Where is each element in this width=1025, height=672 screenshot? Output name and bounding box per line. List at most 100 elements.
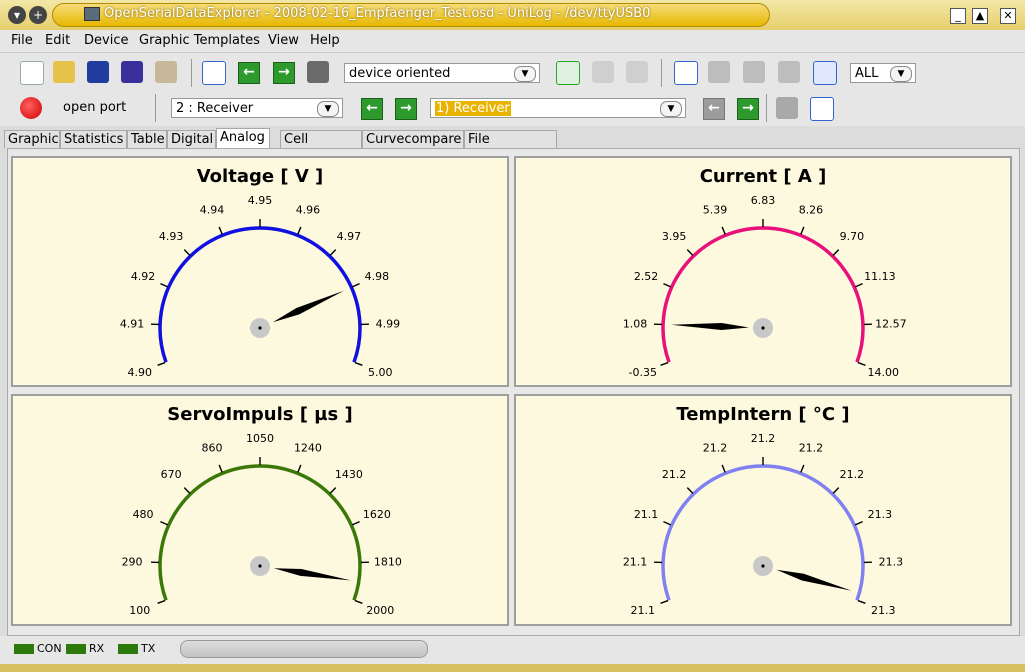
window-menu-icon[interactable]: ▾: [8, 6, 26, 24]
gauge-needle: [671, 323, 750, 331]
export-icon[interactable]: [592, 61, 614, 83]
gauge-tick: [183, 249, 191, 256]
menu-view[interactable]: View: [268, 33, 299, 48]
edit-record-icon[interactable]: [626, 61, 648, 83]
sticky-icon[interactable]: +: [29, 6, 47, 24]
save-as-icon[interactable]: [121, 61, 143, 83]
gauge-tick-label: 290: [122, 556, 143, 569]
record-select[interactable]: 1) Receiver ▼: [430, 98, 686, 118]
gauge-tick-label: 21.2: [703, 441, 728, 454]
menu-file[interactable]: File: [11, 33, 33, 48]
prev-record-button[interactable]: ←: [703, 98, 725, 120]
add-record-icon[interactable]: [556, 61, 580, 85]
gauge-current: Current [ A ] -0.35 1.08 2.52 3.95 5.39 6.83 8.…: [514, 156, 1012, 387]
gauge-tick: [832, 249, 840, 256]
port-status-icon[interactable]: [20, 97, 42, 119]
menu-bar: File Edit Device Graphic Templates View …: [0, 30, 1025, 52]
file-settings-icon[interactable]: [155, 61, 177, 83]
open-port-label[interactable]: open port: [63, 100, 126, 115]
edit-note-icon[interactable]: [810, 97, 834, 121]
gauge-drawing: ServoImpuls [ µs ] 100 290 480 670 860 1050 124…: [122, 404, 402, 617]
open-file-icon[interactable]: [53, 61, 75, 83]
cut-right-icon[interactable]: [778, 61, 800, 83]
gauge-tick-label: 1240: [294, 441, 322, 454]
tab-curvecompare[interactable]: Curvecompare: [362, 130, 464, 148]
menu-device[interactable]: Device: [84, 33, 128, 48]
menu-help[interactable]: Help: [310, 33, 340, 48]
fit-icon[interactable]: [813, 61, 837, 85]
trash-icon[interactable]: [776, 97, 798, 119]
cut-left-icon[interactable]: [743, 61, 765, 83]
window-title: OpenSerialDataExplorer - 2008-02-16_Empf…: [104, 6, 651, 21]
progress-bar: [180, 640, 428, 658]
menu-graphic-templates[interactable]: Graphic Templates: [139, 33, 260, 48]
gauge-tick: [157, 361, 166, 366]
gauge-tick-label: 1810: [374, 556, 402, 569]
gauge-tick-label: 1620: [363, 508, 391, 521]
tab-table[interactable]: Table: [127, 130, 167, 148]
prev-device-button[interactable]: ←: [238, 62, 260, 84]
device-select-icon[interactable]: [202, 61, 226, 85]
pan-icon[interactable]: [708, 61, 730, 83]
gauge-tick: [160, 283, 169, 288]
gauge-tick-label: 21.1: [634, 508, 659, 521]
channel-value: 2 : Receiver: [176, 101, 254, 116]
prev-channel-button[interactable]: ←: [361, 98, 383, 120]
save-icon[interactable]: [87, 61, 109, 83]
gauge-tick-label: 5.39: [703, 203, 728, 216]
scope-select[interactable]: ALL ▼: [850, 63, 916, 83]
gauge-tick-label: 11.13: [864, 270, 896, 283]
gauge-tick: [660, 361, 669, 366]
gauge-tick: [721, 464, 726, 473]
gauge-tick: [800, 226, 805, 235]
tab-file-comment[interactable]: File comment: [464, 130, 557, 165]
gauge-tick-label: -0.35: [628, 366, 656, 379]
device-tool-icon[interactable]: [307, 61, 329, 83]
gauge-tick-label: 21.2: [751, 432, 776, 445]
view-mode-select[interactable]: device oriented ▼: [344, 63, 540, 83]
gauge-tick: [832, 487, 840, 494]
gauge-tick: [663, 283, 672, 288]
chevron-down-icon: ▼: [890, 66, 912, 82]
close-button[interactable]: ✕: [1000, 8, 1016, 24]
gauge-tick: [857, 599, 866, 604]
gauge-tick: [351, 283, 360, 288]
tab-cell-voltage[interactable]: Cell voltage: [280, 130, 362, 165]
zoom-icon[interactable]: [674, 61, 698, 85]
channel-select[interactable]: 2 : Receiver ▼: [171, 98, 343, 118]
gauge-tick-label: 21.1: [630, 604, 655, 617]
minimize-button[interactable]: _: [950, 8, 966, 24]
gauge-tick-label: 100: [129, 604, 150, 617]
toolbar-separator: [155, 94, 156, 122]
gauge-drawing: TempIntern [ °C ] 21.1 21.1 21.1 21.2 21.2 21.…: [623, 404, 903, 617]
maximize-button[interactable]: ▲: [972, 8, 988, 24]
gauge-tick-label: 14.00: [868, 366, 900, 379]
tab-graphic[interactable]: Graphic: [4, 130, 60, 148]
toolbar-separator: [766, 94, 767, 122]
gauge-tick: [354, 361, 363, 366]
gauge-tick-label: 4.95: [248, 194, 273, 207]
menu-edit[interactable]: Edit: [45, 33, 70, 48]
gauge-arc: [158, 464, 362, 601]
gauge-tick-label: 4.97: [337, 230, 362, 243]
gauge-tick-label: 21.1: [623, 556, 648, 569]
gauge-tick-label: 6.83: [751, 194, 776, 207]
gauge-hub-dot: [761, 564, 765, 568]
gauge-title: Voltage [ V ]: [197, 166, 324, 187]
next-channel-button[interactable]: →: [395, 98, 417, 120]
new-file-icon[interactable]: [20, 61, 44, 85]
tab-digital[interactable]: Digital: [167, 130, 216, 148]
tab-analog[interactable]: Analog: [216, 128, 270, 149]
next-record-button[interactable]: →: [737, 98, 759, 120]
gauge-tick-label: 21.2: [840, 468, 865, 481]
gauge-title: Current [ A ]: [700, 166, 827, 187]
gauge-tick-label: 4.90: [127, 366, 152, 379]
tab-statistics[interactable]: Statistics: [60, 130, 127, 148]
gauge-tick-label: 1.08: [623, 318, 648, 331]
gauge-tick-label: 21.2: [662, 468, 687, 481]
gauge-tick: [183, 487, 191, 494]
title-bar: ▾ + OpenSerialDataExplorer - 2008-02-16_…: [0, 0, 1025, 30]
gauge-tick: [854, 521, 863, 526]
next-device-button[interactable]: →: [273, 62, 295, 84]
gauge-tick: [663, 521, 672, 526]
